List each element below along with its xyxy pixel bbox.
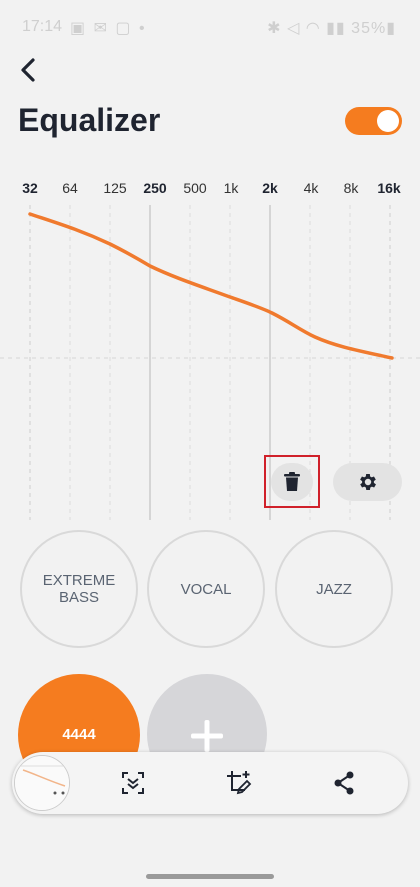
band-label-2k: 2k [262, 180, 278, 196]
notification-icons: ▣ ✉ ▢ • [70, 20, 147, 37]
band-label-500: 500 [183, 180, 207, 196]
thumbnail-preview-icon [15, 756, 69, 810]
scroll-capture-icon[interactable] [119, 769, 147, 797]
band-label-1k: 1k [223, 180, 239, 196]
status-time: 17:14 [22, 18, 63, 35]
system-status-icons: ✱ ◁ ◠ ▮▮ 35%▮ [267, 20, 396, 37]
screenshot-toolbar [12, 752, 408, 814]
preset-extreme-bass[interactable]: EXTREME BASS [20, 530, 138, 648]
preset-vocal[interactable]: VOCAL [147, 530, 265, 648]
band-label-64: 64 [62, 180, 78, 196]
page-title: Equalizer [18, 102, 161, 138]
band-label-4k: 4k [303, 180, 319, 196]
highlight-box [264, 455, 320, 508]
toggle-knob [377, 110, 399, 132]
share-icon[interactable] [330, 769, 358, 797]
band-label-125: 125 [103, 180, 127, 196]
crop-edit-icon[interactable] [225, 769, 253, 797]
band-label-250: 250 [143, 180, 167, 196]
preset-jazz[interactable]: JAZZ [275, 530, 393, 648]
status-bar: 17:14 ▣ ✉ ▢ • ✱ ◁ ◠ ▮▮ 35%▮ [0, 0, 420, 50]
band-label-16k: 16k [377, 180, 401, 196]
plus-icon [191, 720, 223, 752]
gear-icon [359, 474, 376, 490]
equalizer-toggle[interactable] [345, 107, 402, 135]
eq-curve [28, 212, 394, 360]
home-indicator[interactable] [146, 874, 274, 879]
screenshot-thumbnail[interactable] [14, 755, 70, 811]
settings-button[interactable] [333, 463, 402, 501]
band-label-32: 32 [22, 180, 38, 196]
custom-preset-label: 4444 [62, 726, 96, 743]
back-arrow-icon [21, 58, 35, 82]
band-label-8k: 8k [343, 180, 359, 196]
back-button[interactable] [14, 55, 44, 85]
